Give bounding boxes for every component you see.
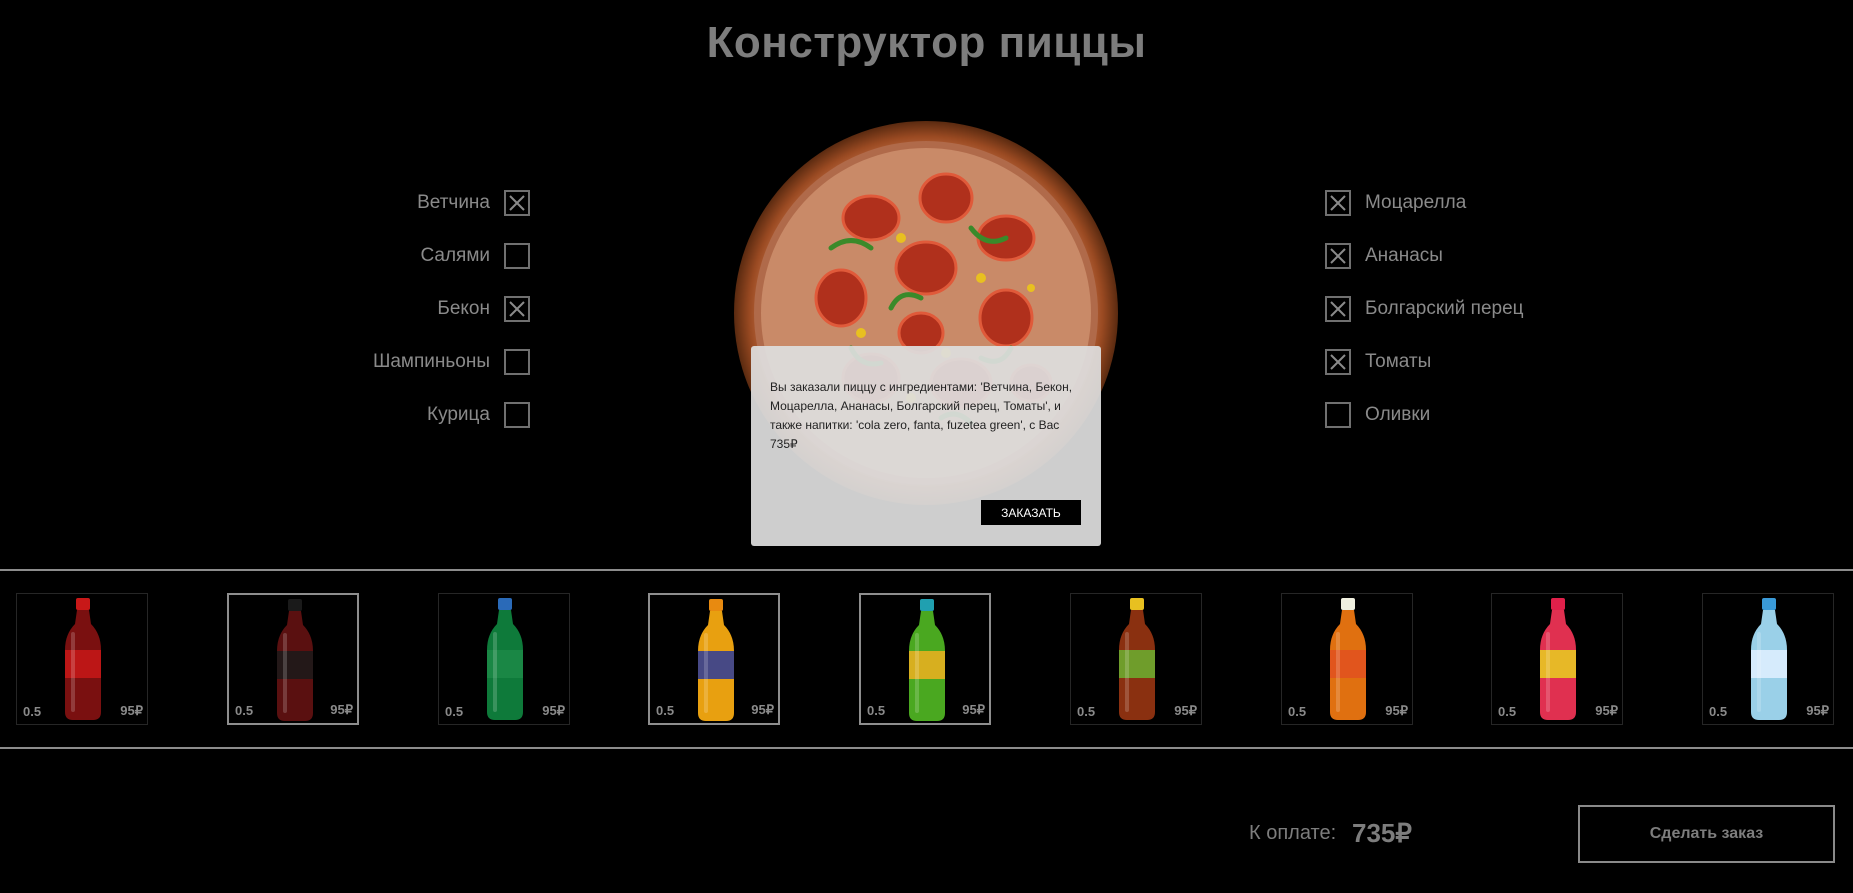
ingredient-pineapple[interactable]: Ананасы bbox=[1325, 243, 1443, 269]
modal-message: Вы заказали пиццу с ингредиентами: 'Ветч… bbox=[770, 380, 1073, 451]
place-order-button[interactable]: Сделать заказ bbox=[1578, 805, 1835, 863]
ingredient-label: Моцарелла bbox=[1365, 192, 1467, 213]
ingredient-label: Курица bbox=[427, 404, 490, 425]
ingredient-salami[interactable]: Салями bbox=[130, 243, 530, 269]
drink-price: 95₽ bbox=[1595, 703, 1618, 718]
drink-price: 95₽ bbox=[1174, 703, 1197, 718]
drink-card[interactable]: 0.5 95₽ bbox=[227, 593, 359, 725]
ingredient-checkbox[interactable] bbox=[504, 402, 530, 428]
drink-volume: 0.5 bbox=[656, 703, 675, 718]
ingredient-mozzarella[interactable]: Моцарелла bbox=[1325, 190, 1466, 216]
drink-card[interactable]: 0.5 95₽ bbox=[1281, 593, 1413, 725]
drink-card[interactable]: 0.5 95₽ bbox=[438, 593, 570, 725]
drink-volume: 0.5 bbox=[235, 703, 254, 718]
drink-price: 95₽ bbox=[1806, 703, 1829, 718]
ingredient-bell-pepper[interactable]: Болгарский перец bbox=[1325, 296, 1524, 322]
drink-volume: 0.5 bbox=[867, 703, 886, 718]
drink-card[interactable]: 0.5 95₽ bbox=[16, 593, 148, 725]
ingredient-tomatoes[interactable]: Томаты bbox=[1325, 349, 1431, 375]
drink-card[interactable]: 0.5 95₽ bbox=[648, 593, 780, 725]
ingredient-checkbox[interactable] bbox=[504, 190, 530, 216]
ingredient-label: Оливки bbox=[1365, 404, 1431, 425]
ingredient-checkbox[interactable] bbox=[504, 296, 530, 322]
drink-price: 95₽ bbox=[542, 703, 565, 718]
drink-volume: 0.5 bbox=[1498, 704, 1517, 719]
drink-volume: 0.5 bbox=[23, 704, 42, 719]
ingredient-checkbox[interactable] bbox=[1325, 243, 1351, 269]
drinks-bottom-divider bbox=[0, 747, 1853, 749]
drink-card[interactable]: 0.5 95₽ bbox=[1491, 593, 1623, 725]
ingredient-checkbox[interactable] bbox=[504, 349, 530, 375]
drink-volume: 0.5 bbox=[1077, 704, 1096, 719]
drink-card[interactable]: 0.5 95₽ bbox=[1702, 593, 1834, 725]
ingredient-label: Шампиньоны bbox=[372, 351, 490, 372]
pizza-constructor-page: Конструктор пиццы Ветчина Салями Бекон Ш… bbox=[0, 0, 1853, 893]
drink-volume: 0.5 bbox=[1288, 704, 1307, 719]
drinks-top-divider bbox=[0, 569, 1853, 571]
confirm-order-button[interactable]: ЗАКАЗАТЬ bbox=[981, 500, 1081, 525]
ingredient-checkbox[interactable] bbox=[504, 243, 530, 269]
ingredient-olives[interactable]: Оливки bbox=[1325, 402, 1430, 428]
drink-price: 95₽ bbox=[120, 703, 143, 718]
ingredient-label: Ананасы bbox=[1365, 245, 1443, 266]
drink-volume: 0.5 bbox=[1709, 704, 1728, 719]
total-label: К оплате: bbox=[1249, 822, 1337, 844]
ingredient-label: Болгарский перец bbox=[1365, 298, 1524, 319]
ingredient-chicken[interactable]: Курица bbox=[130, 402, 530, 428]
total-value: 735₽ bbox=[1352, 818, 1412, 848]
ingredient-checkbox[interactable] bbox=[1325, 296, 1351, 322]
ingredient-checkbox[interactable] bbox=[1325, 402, 1351, 428]
ingredient-ham[interactable]: Ветчина bbox=[130, 190, 530, 216]
drink-card[interactable]: 0.5 95₽ bbox=[1070, 593, 1202, 725]
drink-card[interactable]: 0.5 95₽ bbox=[859, 593, 991, 725]
drink-price: 95₽ bbox=[330, 702, 353, 717]
drink-volume: 0.5 bbox=[445, 704, 464, 719]
order-confirmation-modal: Вы заказали пиццу с ингредиентами: 'Ветч… bbox=[751, 346, 1101, 546]
ingredient-label: Салями bbox=[420, 245, 490, 266]
ingredient-bacon[interactable]: Бекон bbox=[130, 296, 530, 322]
drink-price: 95₽ bbox=[1385, 703, 1408, 718]
ingredient-mushrooms[interactable]: Шампиньоны bbox=[130, 349, 530, 375]
ingredient-label: Томаты bbox=[1365, 351, 1432, 372]
drink-price: 95₽ bbox=[962, 702, 985, 717]
ingredient-checkbox[interactable] bbox=[1325, 349, 1351, 375]
page-title: Конструктор пиццы bbox=[706, 18, 1147, 67]
ingredient-checkbox[interactable] bbox=[1325, 190, 1351, 216]
drink-price: 95₽ bbox=[751, 702, 774, 717]
ingredient-label: Бекон bbox=[437, 298, 490, 319]
ingredient-label: Ветчина bbox=[417, 192, 490, 213]
